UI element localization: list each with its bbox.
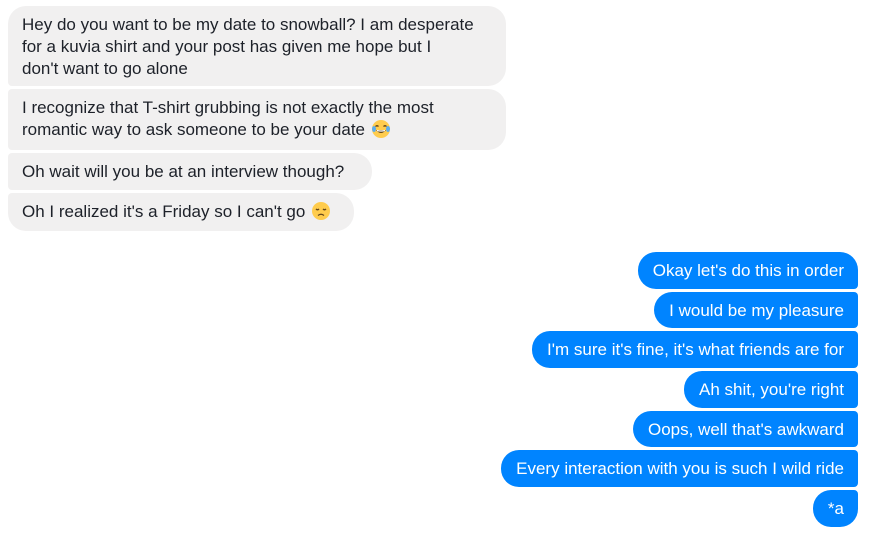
message-text-line: I recognize that T-shirt grubbing is not… [22, 98, 434, 117]
message-text: Ah shit, you're right [699, 380, 844, 399]
received-message-bubble[interactable]: Hey do you want to be my date to snowbal… [8, 6, 506, 86]
message-text: *a [827, 499, 844, 518]
message-text: romantic way to ask someone to be your d… [22, 120, 366, 139]
message-text: Oops, well that's awkward [648, 420, 844, 439]
disappointed-emoji [312, 202, 331, 220]
message-text: Oh I realized it's a Friday so I can't g… [22, 202, 306, 221]
message-text: Okay let's do this in order [652, 261, 844, 280]
sent-message-bubble[interactable]: *a [812, 490, 858, 527]
message-text-line: for a kuvia shirt and your post has give… [22, 37, 432, 56]
sent-message-bubble[interactable]: I would be my pleasure [654, 292, 858, 328]
message-text-line: don't want to go alone [22, 59, 188, 78]
message-text-line: Hey do you want to be my date to snowbal… [22, 15, 474, 34]
sent-message-bubble[interactable]: I'm sure it's fine, it's what friends ar… [532, 331, 858, 368]
tears-of-joy-emoji [371, 120, 390, 138]
received-message-bubble[interactable]: Oh I realized it's a Friday so I can't g… [8, 193, 354, 231]
received-message-bubble[interactable]: I recognize that T-shirt grubbing is not… [8, 89, 506, 150]
received-message-bubble[interactable]: Oh wait will you be at an interview thou… [8, 153, 372, 190]
sent-message-bubble[interactable]: Oops, well that's awkward [633, 411, 858, 447]
message-text-line: romantic way to ask someone to be your d… [22, 119, 492, 141]
sent-message-bubble[interactable]: Every interaction with you is such I wil… [501, 450, 858, 487]
sent-message-bubble[interactable]: Okay let's do this in order [637, 252, 858, 289]
message-text: I'm sure it's fine, it's what friends ar… [547, 340, 844, 359]
message-text: Oh wait will you be at an interview thou… [22, 162, 345, 181]
message-text: Every interaction with you is such I wil… [516, 459, 844, 478]
message-text: I would be my pleasure [669, 301, 844, 320]
chat-thread: Hey do you want to be my date to snowbal… [0, 0, 870, 536]
sent-message-bubble[interactable]: Ah shit, you're right [684, 371, 858, 408]
